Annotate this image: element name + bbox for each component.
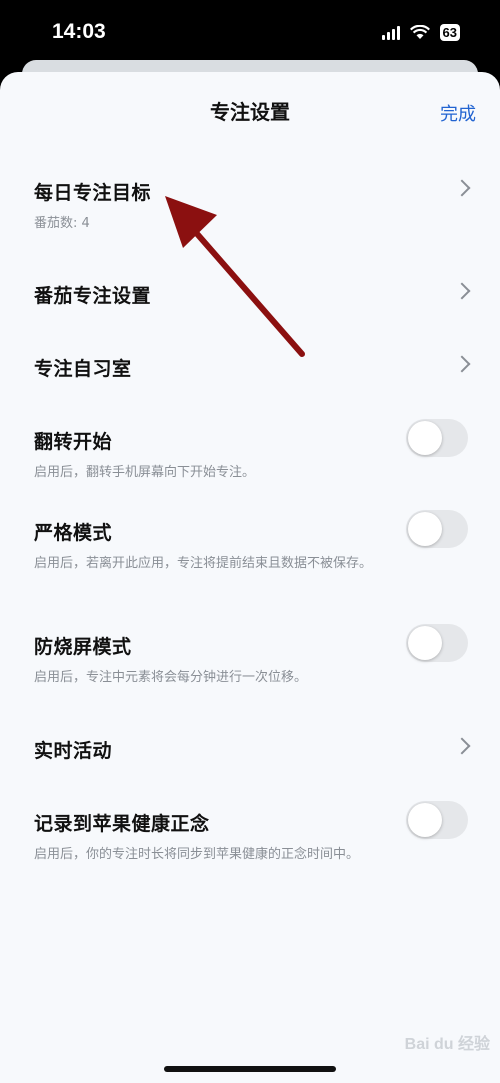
done-button[interactable]: 完成 xyxy=(440,100,476,126)
toggle-knob xyxy=(408,512,442,546)
setting-title: 番茄专注设置 xyxy=(34,285,152,307)
strict-mode-toggle[interactable] xyxy=(406,510,468,548)
setting-health-mindful: 记录到苹果健康正念 启用后，你的专注时长将同步到苹果健康的正念时间中。 xyxy=(34,801,472,866)
toggle-knob xyxy=(408,626,442,660)
setting-pomodoro[interactable]: 番茄专注设置 xyxy=(34,281,472,308)
toggle-knob xyxy=(408,803,442,837)
burn-in-toggle[interactable] xyxy=(406,624,468,662)
watermark: Bai du 经验 xyxy=(404,1036,490,1053)
setting-title: 实时活动 xyxy=(34,740,113,762)
setting-title: 专注自习室 xyxy=(34,358,132,380)
home-indicator[interactable] xyxy=(164,1066,336,1072)
setting-subtitle: 启用后，专注中元素将会每分钟进行一次位移。 xyxy=(34,670,308,685)
toggle-knob xyxy=(408,421,442,455)
wifi-icon xyxy=(409,25,430,39)
settings-sheet: 专注设置 完成 每日专注目标 番茄数: 4 番茄专注设置 专注自习室 翻转开始 … xyxy=(0,72,500,1083)
setting-burn-in: 防烧屏模式 启用后，专注中元素将会每分钟进行一次位移。 xyxy=(34,624,472,689)
setting-study-room[interactable]: 专注自习室 xyxy=(34,354,472,381)
setting-title: 每日专注目标 xyxy=(34,182,152,204)
setting-flip-start: 翻转开始 启用后，翻转手机屏幕向下开始专注。 xyxy=(34,419,472,484)
setting-subtitle: 启用后，若离开此应用，专注将提前结束且数据不被保存。 xyxy=(34,556,373,571)
cellular-signal-icon xyxy=(381,25,400,40)
status-time: 14:03 xyxy=(52,20,106,43)
setting-live-activity[interactable]: 实时活动 xyxy=(34,736,472,763)
health-mindful-toggle[interactable] xyxy=(406,801,468,839)
flip-start-toggle[interactable] xyxy=(406,419,468,457)
page-title: 专注设置 xyxy=(210,100,290,124)
setting-subtitle: 番茄数: 4 xyxy=(34,216,90,231)
status-icons: 63 xyxy=(381,24,460,41)
setting-strict-mode: 严格模式 启用后，若离开此应用，专注将提前结束且数据不被保存。 xyxy=(34,510,472,575)
setting-subtitle: 启用后，翻转手机屏幕向下开始专注。 xyxy=(34,465,256,480)
setting-daily-goal[interactable]: 每日专注目标 番茄数: 4 xyxy=(34,178,472,235)
battery-indicator: 63 xyxy=(439,24,460,41)
setting-subtitle: 启用后，你的专注时长将同步到苹果健康的正念时间中。 xyxy=(34,847,360,862)
